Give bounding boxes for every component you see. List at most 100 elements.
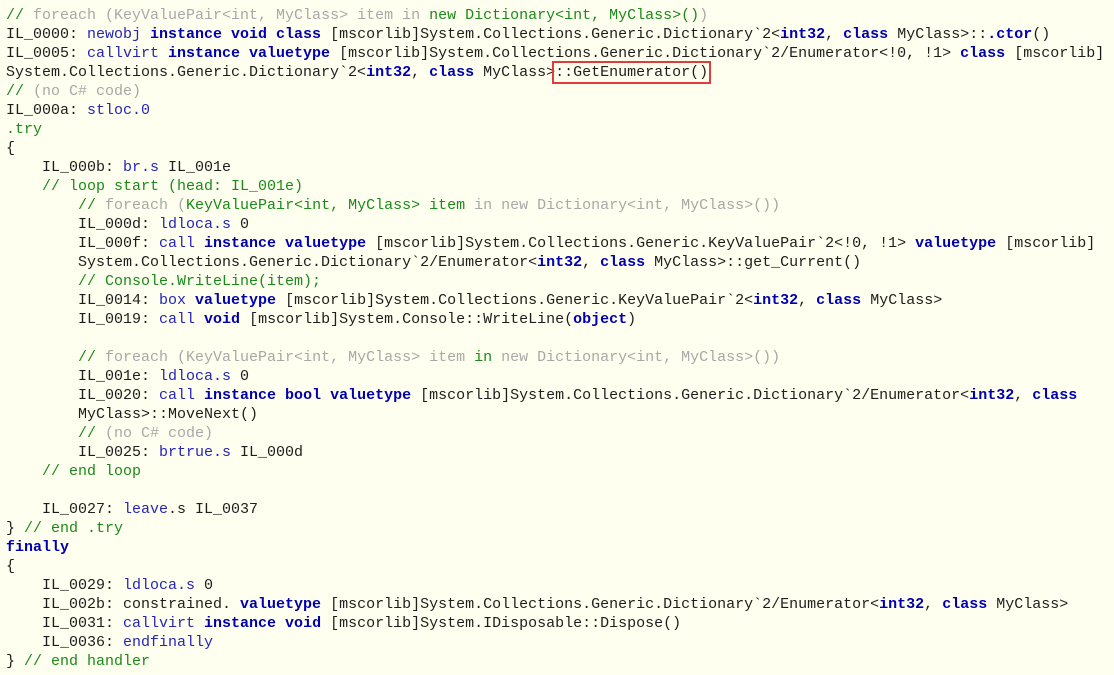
highlighted-method-call: ::GetEnumerator() (552, 61, 712, 84)
opcode-token: call (159, 311, 205, 328)
comment-token: .try (6, 121, 43, 138)
inactive-comment-token: (no C# code) (33, 83, 142, 100)
code-text: IL_0000: (6, 26, 88, 43)
code-text: [mscorlib]System.Collections.Generic.Dic… (420, 387, 970, 404)
code-text: System.Collections.Generic.Dictionary`2< (6, 64, 367, 81)
code-line: .try (6, 120, 1114, 139)
code-line: IL_0029: ldloca.s 0 (6, 576, 1114, 595)
comment-token: // end .try (24, 520, 124, 537)
keyword-token: finally (6, 539, 70, 556)
opcode-token: callvirt (123, 615, 205, 632)
code-text: 0 (204, 577, 214, 594)
keyword-token: class (960, 45, 1015, 62)
code-text: , (411, 64, 430, 81)
keyword-token: int32 (780, 26, 826, 43)
code-text: .s IL_0037 (168, 501, 259, 518)
code-text: MyClass> (870, 292, 943, 309)
code-text: MyClass> (996, 596, 1069, 613)
code-text: { (6, 558, 16, 575)
code-text: [mscorlib] (1014, 45, 1105, 62)
opcode-token: call (159, 387, 205, 404)
code-line: IL_0027: leave.s IL_0037 (6, 500, 1114, 519)
code-line: // (no C# code) (6, 424, 1114, 443)
code-text: IL_001e (168, 159, 232, 176)
il-code-view[interactable]: // foreach (KeyValuePair<int, MyClass> i… (0, 0, 1114, 671)
comment-token: // Console.WriteLine(item); (6, 273, 322, 290)
code-text: MyClass>:: (897, 26, 988, 43)
comment-token: // loop start (head: IL_001e) (6, 178, 304, 195)
opcode-token: ldloca.s (159, 368, 241, 385)
code-text: [mscorlib]System.Collections.Generic.Key… (375, 235, 916, 252)
code-text: IL_0031: (6, 615, 124, 632)
code-text: IL_000f: (6, 235, 160, 252)
comment-token: // end loop (6, 463, 142, 480)
comment-token: in (474, 349, 493, 366)
code-text: IL_001e: (6, 368, 160, 385)
opcode-token: ldloca.s (123, 577, 205, 594)
keyword-token: class (816, 292, 871, 309)
code-text: MyClass>::MoveNext() (6, 406, 259, 423)
code-line: } // end .try (6, 519, 1114, 538)
code-line: // loop start (head: IL_001e) (6, 177, 1114, 196)
keyword-token: instance valuetype (168, 45, 340, 62)
code-text: MyClass> (483, 64, 556, 81)
inactive-comment-token: foreach (KeyValuePair<int, MyClass> item… (33, 7, 430, 24)
keyword-token: instance void (204, 615, 331, 632)
keyword-token: class (942, 596, 997, 613)
comment-token: new Dictionary<int, MyClass>() (429, 7, 700, 24)
keyword-token: int32 (537, 254, 583, 271)
code-text: , (1014, 387, 1033, 404)
code-line: IL_0019: call void [mscorlib]System.Cons… (6, 310, 1114, 329)
code-text: , (582, 254, 601, 271)
code-text: 0 (240, 216, 250, 233)
code-text: [mscorlib] (1005, 235, 1096, 252)
opcode-token: brtrue.s (159, 444, 241, 461)
code-line: // (no C# code) (6, 82, 1114, 101)
code-text: IL_0027: (6, 501, 124, 518)
keyword-token: .ctor (987, 26, 1033, 43)
code-line: IL_0000: newobj instance void class [msc… (6, 25, 1114, 44)
code-text: IL_0020: (6, 387, 160, 404)
code-text: MyClass>::get_Current() (654, 254, 862, 271)
code-text: ) (627, 311, 637, 328)
code-line: // foreach (KeyValuePair<int, MyClass> i… (6, 6, 1114, 25)
code-text: , (924, 596, 943, 613)
keyword-token: valuetype (240, 596, 331, 613)
code-text: [mscorlib]System.Collections.Generic.Key… (285, 292, 754, 309)
keyword-token: class (1032, 387, 1078, 404)
opcode-token: callvirt (87, 45, 169, 62)
opcode-token: box (159, 292, 196, 309)
code-line: { (6, 557, 1114, 576)
code-text: [mscorlib]System.Collections.Generic.Dic… (330, 26, 781, 43)
code-text: IL_000d: (6, 216, 160, 233)
opcode-token: br.s (123, 159, 169, 176)
code-text: [mscorlib]System.IDisposable::Dispose() (330, 615, 682, 632)
code-text: IL_000a: (6, 102, 88, 119)
comment-token: // (6, 197, 106, 214)
keyword-token: class (843, 26, 898, 43)
code-line: } // end handler (6, 652, 1114, 671)
code-text: , (825, 26, 844, 43)
opcode-token: call (159, 235, 205, 252)
code-line: IL_000a: stloc.0 (6, 101, 1114, 120)
code-text: [mscorlib]System.Console::WriteLine( (249, 311, 574, 328)
code-line: System.Collections.Generic.Dictionary`2<… (6, 61, 1114, 84)
inactive-comment-token: ) (699, 7, 709, 24)
keyword-token: valuetype (915, 235, 1006, 252)
code-text: IL_000b: (6, 159, 124, 176)
code-text: } (6, 520, 25, 537)
code-line: IL_000d: ldloca.s 0 (6, 215, 1114, 234)
inactive-comment-token: in new Dictionary<int, MyClass>()) (465, 197, 781, 214)
code-line: IL_0014: box valuetype [mscorlib]System.… (6, 291, 1114, 310)
comment-token: KeyValuePair<int, MyClass> item (186, 197, 466, 214)
code-text: IL_0005: (6, 45, 88, 62)
code-line: MyClass>::MoveNext() (6, 405, 1114, 424)
code-line: IL_0036: endfinally (6, 633, 1114, 652)
code-text: IL_0025: (6, 444, 160, 461)
inactive-comment-token: foreach ( (105, 197, 187, 214)
code-line: // foreach (KeyValuePair<int, MyClass> i… (6, 348, 1114, 367)
keyword-token: int32 (366, 64, 412, 81)
code-text: 0 (240, 368, 250, 385)
